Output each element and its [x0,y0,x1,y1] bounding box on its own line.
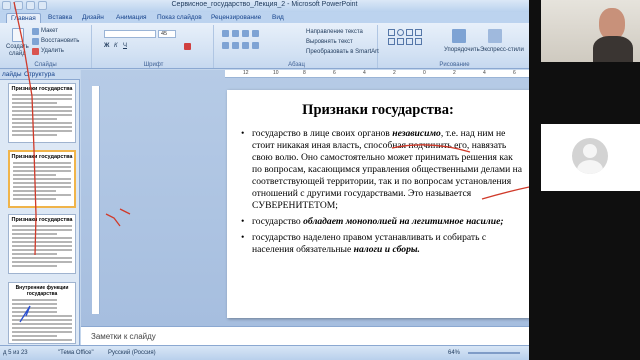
numbering-icon[interactable] [232,30,239,37]
avatar-icon [572,138,608,174]
arrange-icon[interactable] [452,29,466,43]
tab-slideshow[interactable]: Показ слайдов [153,13,206,23]
shape-triangle-icon[interactable] [388,38,395,45]
title-bar: Сервисное_государство_Лекция_2 - Microso… [0,0,529,12]
shape-arrow-icon[interactable] [415,29,422,36]
bullet-taxes: государство наделено правом устанавливат… [241,232,525,256]
horizontal-ruler: 12 10 8 6 4 2 0 2 4 6 [225,70,529,78]
panel-tabs: лайды Структура [0,70,80,80]
decrease-indent-icon[interactable] [242,30,249,37]
vertical-ruler [92,86,100,314]
align-right-icon[interactable] [242,42,249,49]
tab-slides[interactable]: лайды [2,71,22,78]
bold-icon[interactable]: Ж [104,43,109,49]
slide-body[interactable]: государство в лице своих органов независ… [241,128,525,260]
underline-icon[interactable]: Ч [123,43,127,49]
delete-button[interactable]: Удалить [41,48,64,54]
convert-smartart-button[interactable]: Преобразовать в SmartArt [306,49,379,55]
participant-tile [541,124,640,191]
shape-oval-icon[interactable] [397,29,404,36]
tab-review[interactable]: Рецензирование [207,13,265,23]
slide-title[interactable]: Признаки государства: [227,102,529,119]
font-family-combo[interactable] [104,30,156,38]
create-slide-label-2[interactable]: слайд [9,51,26,57]
bullet-violence: государство обладает монополией на легит… [241,216,525,228]
slide-thumbnail[interactable]: Признаки государства [8,83,76,143]
align-center-icon[interactable] [232,42,239,49]
paragraph-group: Направление текста Выровнять текст Преоб… [216,25,379,68]
powerpoint-window: Сервисное_государство_Лекция_2 - Microso… [0,0,529,360]
font-size-combo[interactable]: 45 [158,30,176,38]
arrange-button[interactable]: Упорядочить [444,47,480,53]
slides-group: Создать слайд Макет Восстановить Удалить… [0,25,92,68]
shape-star-icon[interactable] [406,38,413,45]
shape-callout-icon[interactable] [415,38,422,45]
shape-line-icon[interactable] [406,29,413,36]
tab-animation[interactable]: Анимация [112,13,151,23]
theme-name: "Тема Office" [58,350,94,356]
presenter-video [541,0,640,62]
zoom-level[interactable]: 64% [448,350,460,356]
tab-insert[interactable]: Вставка [44,13,76,23]
font-color-icon[interactable] [184,43,191,50]
font-group-label: Шрифт [143,62,164,68]
slide-counter: д 5 из 23 [3,350,28,356]
tab-view[interactable]: Вид [268,13,288,23]
drawing-group-label: Рисование [439,62,470,68]
status-bar: д 5 из 23 "Тема Office" Русский (Россия)… [0,345,529,360]
notes-placeholder: Заметки к слайду [91,332,156,341]
zoom-slider[interactable] [468,352,520,354]
restore-button[interactable]: Восстановить [41,38,79,44]
language-indicator[interactable]: Русский (Россия) [108,350,156,356]
paragraph-group-label: Абзац [288,62,305,68]
slides-group-label: Слайды [34,62,57,68]
align-text-button[interactable]: Выровнять текст [306,39,353,45]
slide-thumbnail[interactable]: Признаки государства [8,214,76,274]
slide-canvas[interactable]: Признаки государства: государство в лице… [227,90,529,318]
justify-icon[interactable] [252,42,259,49]
align-left-icon[interactable] [222,42,229,49]
text-direction-button[interactable]: Направление текста [306,29,363,35]
new-slide-icon[interactable] [12,28,24,42]
italic-icon[interactable]: К [114,43,118,49]
shape-brace-icon[interactable] [397,38,404,45]
bullet-sovereignty: государство в лице своих органов независ… [241,128,525,212]
quick-styles-button[interactable]: Экспресс-стили [480,47,524,53]
layout-button[interactable]: Макет [41,28,58,34]
slide-thumbnail[interactable]: Внутренние функции государства [8,282,76,344]
quick-styles-icon[interactable] [488,29,502,43]
restore-icon[interactable] [32,38,39,45]
drawing-group: Упорядочить Экспресс-стили Рисование [380,25,529,68]
window-title: Сервисное_государство_Лекция_2 - Microso… [171,1,358,8]
thumbnail-title: Признаки государства [11,154,73,160]
ribbon: Создать слайд Макет Восстановить Удалить… [0,23,529,69]
increase-indent-icon[interactable] [252,30,259,37]
delete-icon[interactable] [32,48,39,55]
thumbnail-title: Признаки государства [11,217,73,223]
slides-panel: лайды Структура Признаки государства При… [0,70,80,345]
tab-home[interactable]: Главная [6,13,41,23]
shape-rectangle-icon[interactable] [388,29,395,36]
ribbon-tabs: Главная Вставка Дизайн Анимация Показ сл… [0,12,529,23]
slide-thumbnail-selected[interactable]: Признаки государства [8,150,76,208]
thumbnail-title: Внутренние функции государства [15,285,69,297]
notes-pane[interactable]: Заметки к слайду [81,326,529,345]
font-group: 45 Ж К Ч Шрифт [94,25,214,68]
create-slide-label[interactable]: Создать [6,44,29,50]
layout-icon[interactable] [32,28,39,35]
tab-outline[interactable]: Структура [24,71,55,78]
bullets-icon[interactable] [222,30,229,37]
tab-design[interactable]: Дизайн [78,13,108,23]
thumbnail-title: Признаки государства [11,86,73,92]
